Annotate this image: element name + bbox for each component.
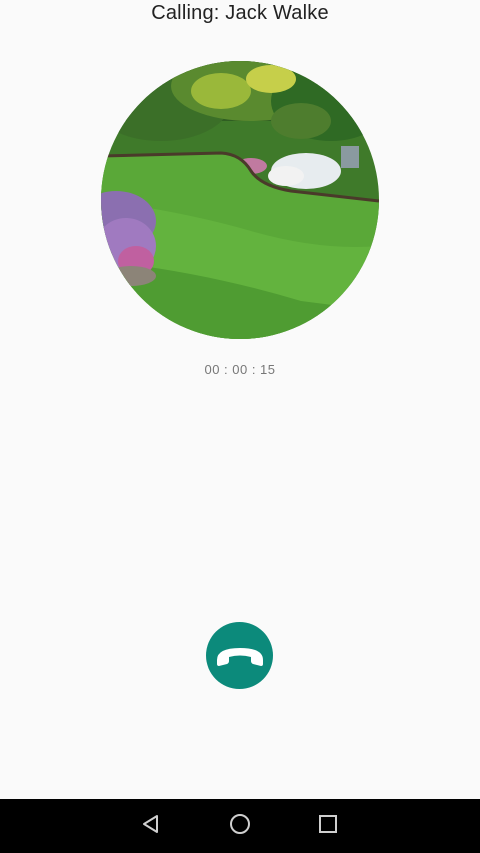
nav-home-button[interactable]	[210, 799, 270, 853]
call-title: Calling: Jack Walke	[151, 2, 329, 24]
phone-hangup-icon	[213, 644, 267, 668]
hangup-button[interactable]	[206, 622, 273, 689]
contact-avatar	[101, 61, 379, 339]
back-triangle-icon	[140, 813, 162, 840]
nav-back-button[interactable]	[121, 799, 181, 853]
call-screen: Calling: Jack Walke 00: 00: 15	[0, 0, 480, 853]
recent-apps-square-icon	[317, 813, 339, 840]
home-circle-icon	[228, 812, 252, 841]
system-nav-bar	[0, 799, 480, 853]
call-timer: 00 : 00 : 15	[204, 362, 276, 377]
nav-recent-button[interactable]	[298, 799, 358, 853]
